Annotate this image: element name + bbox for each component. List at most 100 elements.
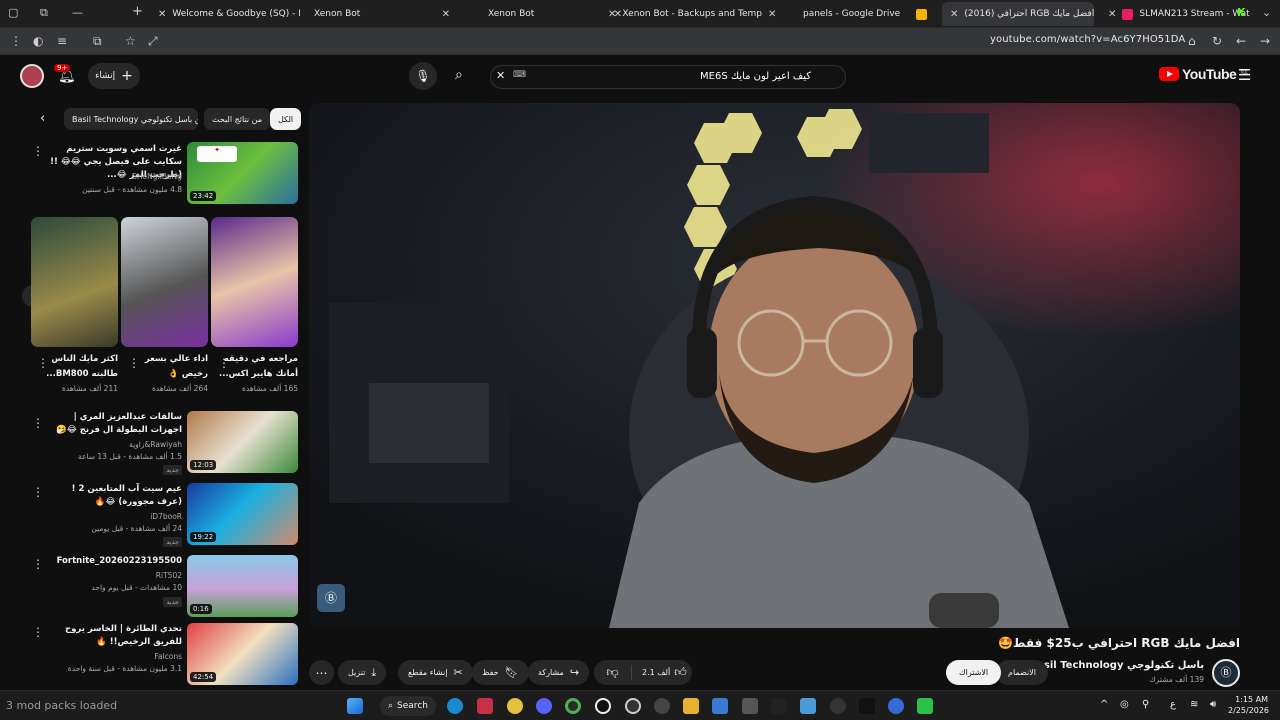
more-options-icon[interactable]: ⋮ (32, 416, 44, 430)
video-title[interactable]: Fortnite_20260223195500 (47, 555, 182, 568)
hamburger-menu-icon[interactable]: ☰ (1238, 66, 1251, 84)
more-options-icon[interactable]: ⋮ (37, 356, 49, 370)
chips-back-icon[interactable]: ‹ (40, 111, 45, 126)
channel-name[interactable]: SHoNgxBoNg (132, 172, 182, 181)
channel-name[interactable]: Rawiyah&زاوية (129, 440, 182, 449)
home-icon[interactable]: ⌂ (1188, 34, 1196, 48)
channel-avatar[interactable]: Ⓑ (1212, 659, 1240, 687)
close-tab-icon[interactable]: ✕ (442, 9, 450, 20)
language-indicator[interactable]: ع (1170, 699, 1176, 710)
search-input[interactable]: ⌕ ✕ ⌨ كيف اعير لون مايك ME6S (455, 65, 846, 89)
tab-xenon-backups[interactable]: ✕ Xenon Bot - Backups and Temp ✕ (600, 2, 780, 26)
app-icon[interactable] (595, 698, 611, 714)
discord-icon[interactable] (536, 698, 552, 714)
list-item[interactable]: 12:03 سالفات عبدالعزيز المري | اجهزات ال… (0, 411, 300, 475)
search-icon[interactable]: ⌕ (455, 67, 463, 83)
clear-search-icon[interactable]: ✕ (496, 69, 505, 82)
extensions-icon[interactable]: ⧉ (93, 34, 102, 49)
tray-app-icon[interactable]: ◎ (1120, 699, 1129, 710)
keyboard-icon[interactable]: ⌨ (513, 70, 526, 80)
app-icon[interactable] (742, 698, 758, 714)
more-options-icon[interactable]: ⋮ (32, 625, 44, 639)
tab-youtube-active[interactable]: ✕ افضل مايك RGB احترافي (2016) (942, 2, 1094, 26)
video-title[interactable]: عيم سيت آب المتابعين 2 ! (عرف مجوورة) 😂🔥 (47, 483, 182, 509)
short-thumbnail[interactable] (121, 217, 208, 347)
join-button[interactable]: الانضمام (996, 660, 1048, 685)
tray-app-icon[interactable]: ⚲ (1142, 699, 1149, 710)
app-icon[interactable] (917, 698, 933, 714)
video-title[interactable]: تحدي الطائرة | الخاسر يروح للفريق الرخيص… (47, 623, 182, 649)
download-button[interactable]: تنزيل ⤓ (338, 660, 387, 685)
obs-icon[interactable] (830, 698, 846, 714)
chrome-icon[interactable] (565, 698, 581, 714)
tab-welcome[interactable]: ✕ Welcome & Goodbye (SQ) - Pro (150, 2, 300, 26)
list-item[interactable]: 0:16 Fortnite_20260223195500 RiT502 10 م… (0, 555, 300, 619)
create-button[interactable]: إنشاء + (88, 63, 140, 89)
save-button[interactable]: حفظ 🔖︎ (472, 660, 529, 685)
chip-from-search[interactable]: من نتائج البحث (204, 108, 271, 130)
youtube-logo[interactable]: YouTube SA (1159, 66, 1248, 82)
app-icon[interactable] (507, 698, 523, 714)
more-actions-button[interactable]: ⋯ (309, 660, 334, 685)
store-icon[interactable] (712, 698, 728, 714)
channel-name[interactable]: Falcons (154, 652, 182, 661)
voice-search-button[interactable]: 🎙︎ (409, 62, 437, 90)
app-icon[interactable] (477, 698, 493, 714)
tab-kick-stream[interactable]: ✕ SLMAN213 Stream - Watch (1100, 2, 1250, 26)
tab-google-drive[interactable]: panels - Google Drive (795, 2, 935, 26)
close-tab-icon[interactable]: ✕ (608, 9, 616, 20)
clock[interactable]: 1:15 AM 2/25/2026 (1228, 694, 1269, 716)
like-button[interactable]: 2.1 ألف 👍︎ (638, 665, 687, 680)
video-thumbnail[interactable]: 19:22 (187, 483, 298, 545)
window-menu-icon[interactable]: ▢ (8, 6, 18, 19)
minimize-icon[interactable]: — (72, 6, 83, 19)
list-item[interactable]: 42:54 تحدي الطائرة | الخاسر يروح للفريق … (0, 623, 300, 687)
dislike-button[interactable]: 👎︎ (594, 665, 632, 680)
edge-icon[interactable] (447, 698, 463, 714)
chip-all[interactable]: الكل (270, 108, 302, 130)
more-options-icon[interactable]: ⋮ (218, 356, 230, 370)
profile-icon[interactable]: ◐ (33, 34, 43, 48)
reading-list-icon[interactable]: ≡ (57, 34, 67, 48)
more-options-icon[interactable]: ⋮ (32, 144, 44, 158)
app-icon[interactable] (625, 698, 641, 714)
close-tab-icon[interactable]: ✕ (1108, 9, 1116, 20)
windows-start-icon[interactable] (347, 698, 363, 714)
settings-gear-icon[interactable] (654, 698, 670, 714)
video-thumbnail[interactable]: 12:03 (187, 411, 298, 473)
channel-watermark-icon[interactable]: Ⓑ (317, 584, 345, 612)
chip-channel[interactable]: من باسل تكنولوجي Basil Technology (64, 108, 198, 130)
app-icon[interactable] (771, 698, 787, 714)
volume-icon[interactable]: 🔊︎ (1210, 699, 1216, 710)
more-options-icon[interactable]: ⋮ (32, 485, 44, 499)
bookmark-star-icon[interactable]: ☆ (125, 34, 136, 48)
list-item[interactable]: ✦ 23:42 غيرت اسمي وسويت ستريم سكايب على … (0, 142, 300, 206)
short-thumbnail[interactable] (31, 217, 118, 347)
video-thumbnail[interactable]: ✦ 23:42 (187, 142, 298, 204)
back-icon[interactable]: ← (1236, 34, 1246, 48)
clip-button[interactable]: إنشاء مقطع ✂ (398, 660, 473, 685)
folder-icon[interactable] (683, 698, 699, 714)
channel-name[interactable]: iD7booR (150, 512, 182, 521)
reload-icon[interactable]: ↻ (1212, 34, 1222, 48)
tab-search-icon[interactable]: ⧉ (40, 6, 48, 20)
app-icon[interactable] (888, 698, 904, 714)
subscribe-button[interactable]: الاشتراك (946, 660, 1002, 685)
video-title[interactable]: سالفات عبدالعزيز المري | اجهزات البطولة … (47, 411, 182, 437)
tray-chevron-icon[interactable]: ^ (1100, 699, 1108, 710)
new-tab-icon[interactable]: + (132, 4, 143, 19)
close-tab-icon[interactable]: ✕ (768, 9, 776, 20)
more-options-icon[interactable]: ⋮ (128, 356, 140, 370)
screenshot-icon[interactable]: ⤢ (148, 34, 158, 49)
tab-xenon-1[interactable]: Xenon Bot ✕ (306, 2, 458, 26)
channel-name[interactable]: RiT502 (156, 571, 182, 580)
address-bar[interactable]: youtube.com/watch?v=Ac6Y7HO51DA (990, 34, 1185, 45)
forward-icon[interactable]: → (1260, 34, 1270, 48)
video-thumbnail[interactable]: 0:16 (187, 555, 298, 617)
video-player[interactable]: Ⓑ (309, 103, 1240, 628)
menu-dots-icon[interactable]: ⋮ (10, 34, 22, 48)
wifi-icon[interactable]: ≋ (1190, 699, 1198, 710)
more-options-icon[interactable]: ⋮ (32, 557, 44, 571)
share-button[interactable]: مشاركة ↪ (528, 660, 590, 685)
close-tab-icon[interactable]: ✕ (158, 9, 166, 20)
